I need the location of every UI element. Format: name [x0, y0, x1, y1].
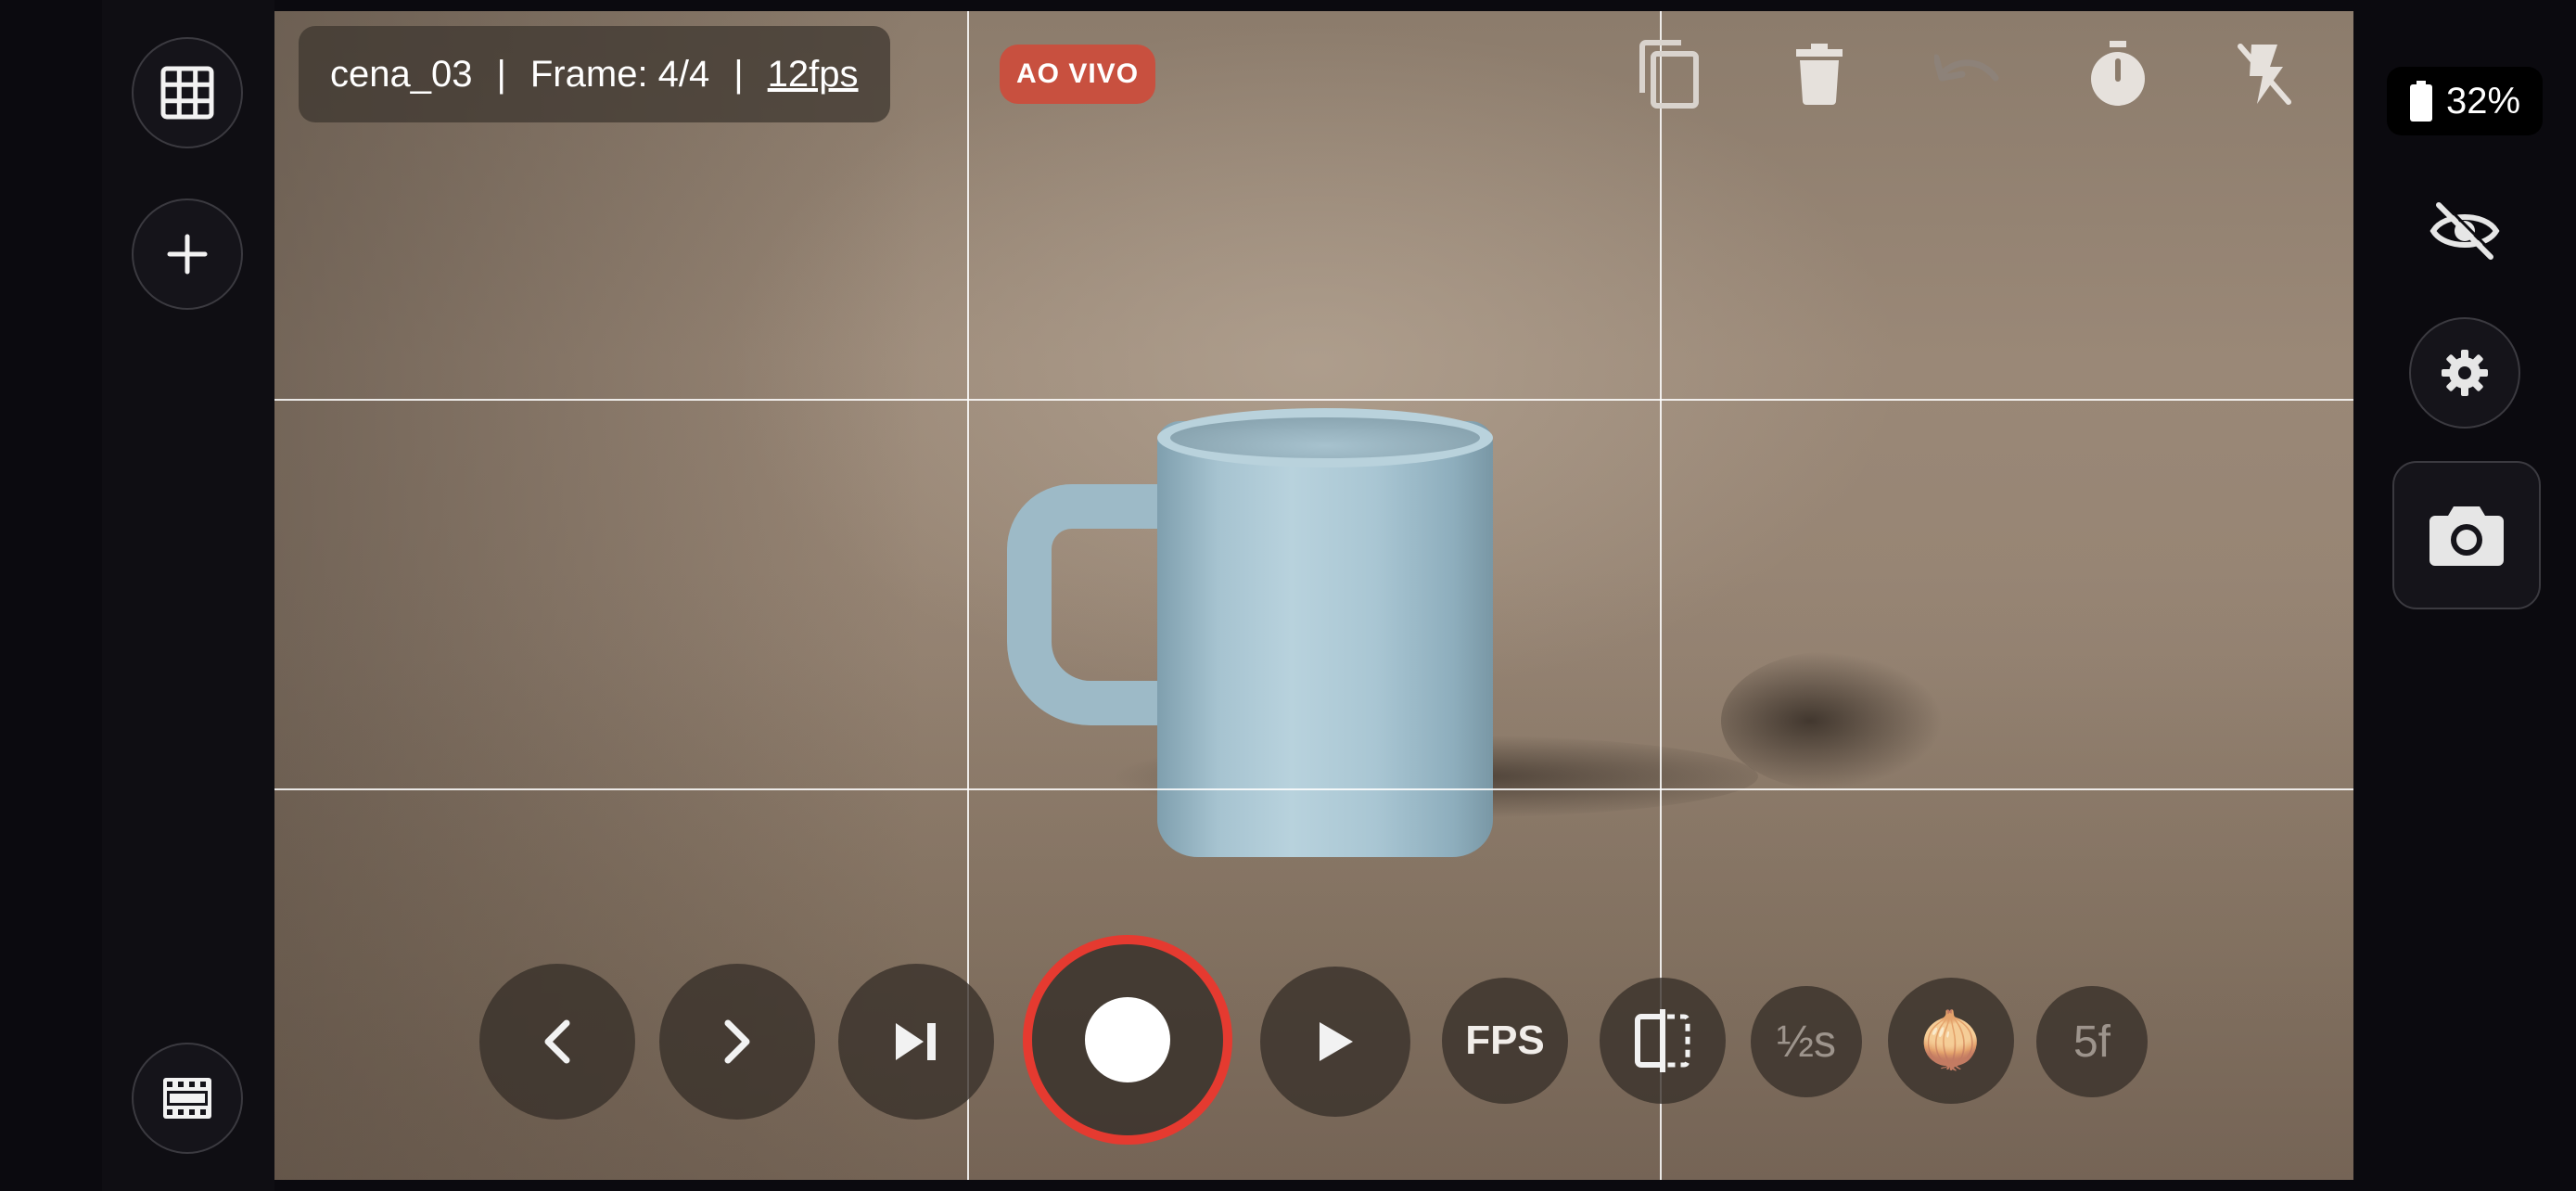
mug-inner — [1170, 417, 1480, 458]
next-frame-button[interactable] — [659, 964, 815, 1120]
fps-button-label: FPS — [1465, 1018, 1545, 1063]
onion-frames-button[interactable]: 5f — [2036, 986, 2148, 1097]
flash-off-button[interactable] — [2227, 37, 2302, 111]
separator: | — [733, 53, 744, 95]
film-icon — [163, 1078, 211, 1119]
gear-icon — [2442, 350, 2488, 396]
camera-icon — [2429, 506, 2504, 566]
onion-icon: 🧅 — [1917, 1010, 1985, 1070]
onion-skin-button[interactable]: 🧅 — [1888, 978, 2014, 1104]
add-button[interactable] — [132, 198, 243, 310]
skip-next-icon — [896, 1023, 936, 1060]
battery-percent: 32% — [2445, 80, 2521, 122]
duplicate-button[interactable] — [1632, 37, 1706, 111]
hide-overlay-button[interactable] — [2424, 190, 2506, 272]
stop-motion-app: cena_03 | Frame: 4/4 | 12fps AO VIVO FPS… — [0, 0, 2576, 1191]
frame-counter: Frame: 4/4 — [529, 53, 710, 95]
split-compare-icon — [1635, 1009, 1690, 1072]
battery-indicator: 32% — [2387, 67, 2543, 135]
scene-name: cena_03 — [330, 53, 473, 95]
filmstrip-button[interactable] — [132, 1043, 243, 1154]
interval-label: ½s — [1776, 1017, 1837, 1067]
battery-icon — [2409, 81, 2432, 122]
separator: | — [496, 53, 506, 95]
onion-frames-label: 5f — [2072, 1017, 2111, 1067]
trash-icon — [1796, 44, 1843, 105]
fps-link[interactable]: 12fps — [768, 54, 859, 96]
chevron-left-icon — [544, 1019, 570, 1064]
mug-body — [1157, 421, 1493, 857]
timer-icon — [2091, 41, 2145, 106]
left-sidebar — [102, 0, 274, 1191]
chevron-right-icon — [724, 1019, 750, 1064]
grid-icon — [160, 66, 214, 120]
interval-button[interactable]: ½s — [1751, 986, 1862, 1097]
record-icon — [1085, 997, 1170, 1082]
live-badge: AO VIVO — [1000, 45, 1156, 104]
timer-button[interactable] — [2081, 37, 2155, 111]
delete-button[interactable] — [1782, 37, 1856, 111]
grid-view-button[interactable] — [132, 37, 243, 148]
copy-icon — [1639, 40, 1699, 109]
play-icon — [1320, 1022, 1353, 1061]
plus-icon — [167, 234, 208, 275]
previous-frame-button[interactable] — [479, 964, 635, 1120]
eye-off-icon — [2429, 201, 2500, 260]
capture-button[interactable] — [2392, 461, 2541, 609]
play-button[interactable] — [1260, 967, 1410, 1117]
settings-button[interactable] — [2409, 317, 2520, 429]
flash-off-icon — [2238, 44, 2291, 105]
grid-line-horizontal-1 — [274, 399, 2353, 401]
record-button[interactable] — [1023, 935, 1232, 1145]
skip-to-live-button[interactable] — [838, 964, 994, 1120]
split-compare-button[interactable] — [1600, 978, 1726, 1104]
grid-line-horizontal-2 — [274, 788, 2353, 790]
undo-button[interactable] — [1931, 37, 2005, 111]
scene-info: cena_03 | Frame: 4/4 | 12fps — [299, 26, 890, 122]
undo-icon — [1934, 54, 1999, 82]
fps-button[interactable]: FPS — [1442, 978, 1568, 1104]
